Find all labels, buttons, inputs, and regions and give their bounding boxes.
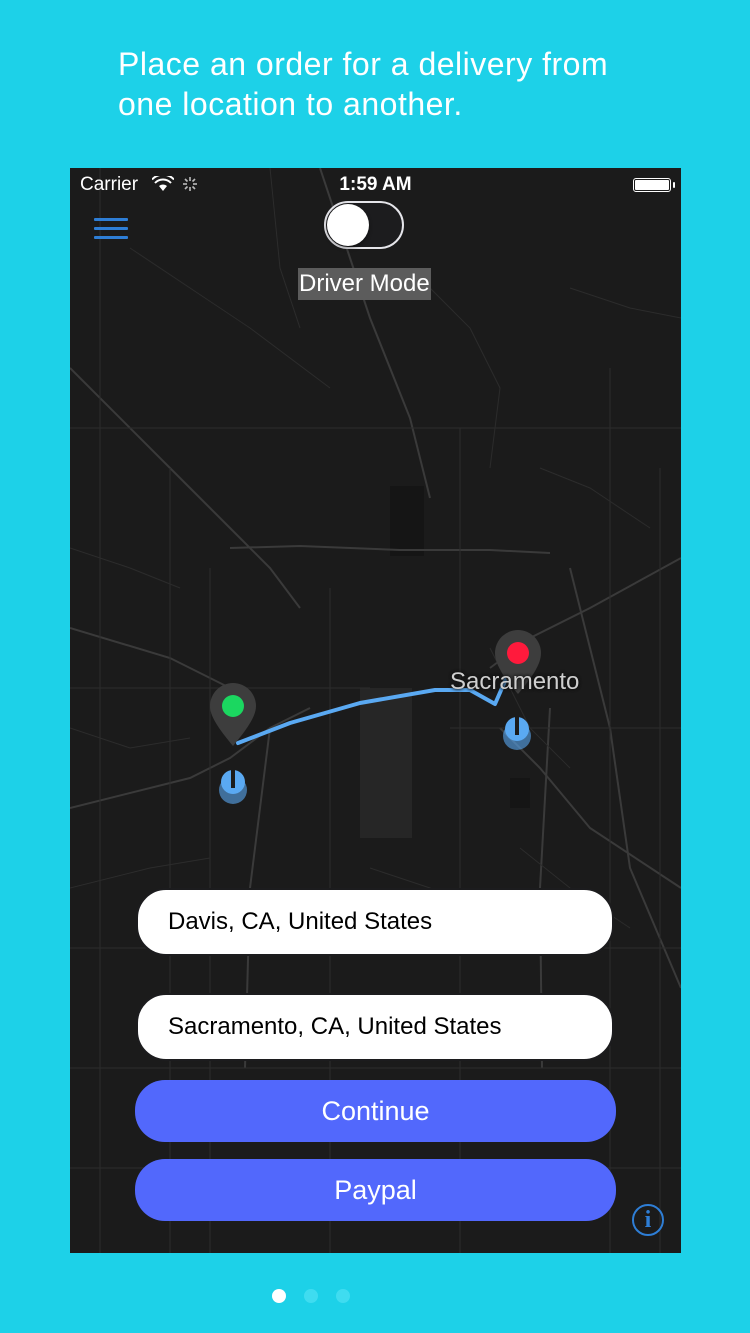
dropoff-location-field[interactable]: Sacramento, CA, United States <box>136 993 614 1061</box>
map-city-label: Sacramento <box>450 668 580 695</box>
status-time: 1:59 AM <box>339 174 412 195</box>
driver-mode-label: Driver Mode <box>298 268 431 300</box>
hamburger-menu-icon[interactable] <box>94 218 128 246</box>
page-indicator <box>270 1289 360 1305</box>
driver-mode-toggle[interactable] <box>324 201 404 249</box>
page-dot-1[interactable] <box>272 1289 286 1303</box>
page-dot-2[interactable] <box>304 1289 318 1303</box>
info-icon[interactable]: i <box>632 1204 664 1236</box>
paypal-button[interactable]: Paypal <box>135 1159 616 1221</box>
phone-screen: Sacramento Carrier 1:59 AM Driver Mode D <box>70 168 681 1253</box>
battery-icon <box>633 178 675 192</box>
continue-button[interactable]: Continue <box>135 1080 616 1142</box>
toggle-knob <box>327 204 369 246</box>
onboarding-caption: Place an order for a delivery from one l… <box>118 46 609 122</box>
page-dot-3[interactable] <box>336 1289 350 1303</box>
pickup-location-field[interactable]: Davis, CA, United States <box>136 888 614 956</box>
status-bar: Carrier 1:59 AM <box>70 168 681 204</box>
